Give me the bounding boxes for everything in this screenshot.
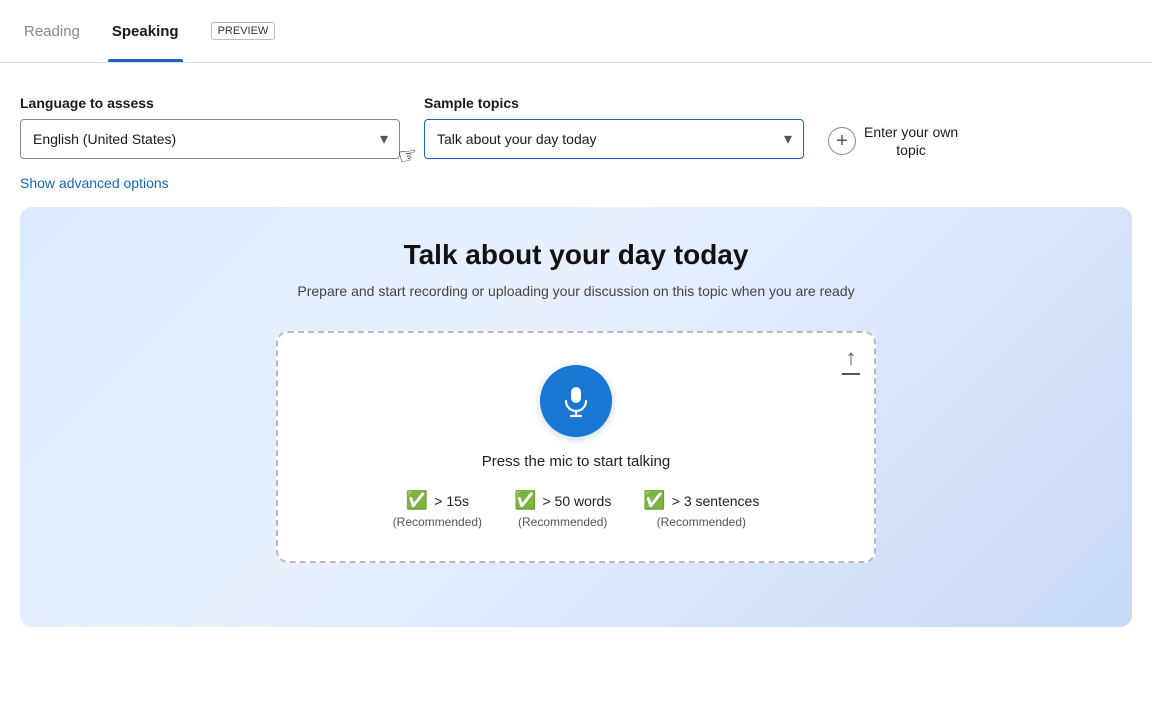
req-time: ✅ > 15s (Recommended) — [393, 490, 482, 529]
topic-subtitle: Prepare and start recording or uploading… — [297, 283, 854, 299]
press-mic-text: Press the mic to start talking — [482, 453, 670, 470]
preview-badge: PREVIEW — [211, 22, 276, 40]
req-words: ✅ > 50 words (Recommended) — [514, 490, 611, 529]
topics-label: Sample topics — [424, 95, 804, 111]
check-icon-time: ✅ — [406, 490, 428, 511]
check-icon-sentences: ✅ — [643, 490, 665, 511]
controls-row: Language to assess English (United State… — [20, 95, 1132, 159]
enter-own-topic-button[interactable]: + Enter your owntopic — [828, 123, 958, 159]
upload-line-icon — [842, 373, 860, 375]
req-time-top: ✅ > 15s — [406, 490, 469, 511]
topics-select-wrapper: Talk about your day today ▾ — [424, 119, 804, 159]
req-sentences-main: > 3 sentences — [672, 493, 760, 509]
language-select-wrapper: English (United States) ▾ ☞ — [20, 119, 400, 159]
show-advanced-options-link[interactable]: Show advanced options — [20, 175, 169, 191]
req-time-main: > 15s — [434, 493, 469, 509]
upload-arrow-icon: ↑ — [846, 347, 857, 369]
enter-own-label: Enter your owntopic — [864, 123, 958, 159]
plus-icon: + — [828, 127, 856, 155]
req-words-sub: (Recommended) — [518, 515, 607, 529]
mic-icon — [558, 383, 594, 419]
req-time-sub: (Recommended) — [393, 515, 482, 529]
language-label: Language to assess — [20, 95, 400, 111]
main-card: Talk about your day today Prepare and st… — [20, 207, 1132, 627]
topics-field-group: Sample topics Talk about your day today … — [424, 95, 804, 159]
topics-select[interactable]: Talk about your day today — [424, 119, 804, 159]
tab-speaking[interactable]: Speaking — [108, 0, 183, 62]
language-select[interactable]: English (United States) — [20, 119, 400, 159]
topic-title: Talk about your day today — [404, 239, 749, 271]
req-sentences-sub: (Recommended) — [657, 515, 746, 529]
req-sentences-top: ✅ > 3 sentences — [643, 490, 759, 511]
req-sentences: ✅ > 3 sentences (Recommended) — [643, 490, 759, 529]
tab-reading-label: Reading — [24, 23, 80, 40]
controls-area: Language to assess English (United State… — [0, 63, 1152, 193]
language-field-group: Language to assess English (United State… — [20, 95, 400, 159]
mic-button[interactable] — [540, 365, 612, 437]
tab-speaking-label: Speaking — [112, 23, 179, 40]
req-words-main: > 50 words — [542, 493, 611, 509]
requirements-row: ✅ > 15s (Recommended) ✅ > 50 words (Reco… — [393, 490, 760, 529]
req-words-top: ✅ > 50 words — [514, 490, 611, 511]
tabs-bar: Reading Speaking PREVIEW — [0, 0, 1152, 63]
tab-reading[interactable]: Reading — [20, 0, 84, 62]
upload-button[interactable]: ↑ — [842, 347, 860, 375]
recording-area: ↑ Press the mic to start talking ✅ — [276, 331, 876, 563]
check-icon-words: ✅ — [514, 490, 536, 511]
